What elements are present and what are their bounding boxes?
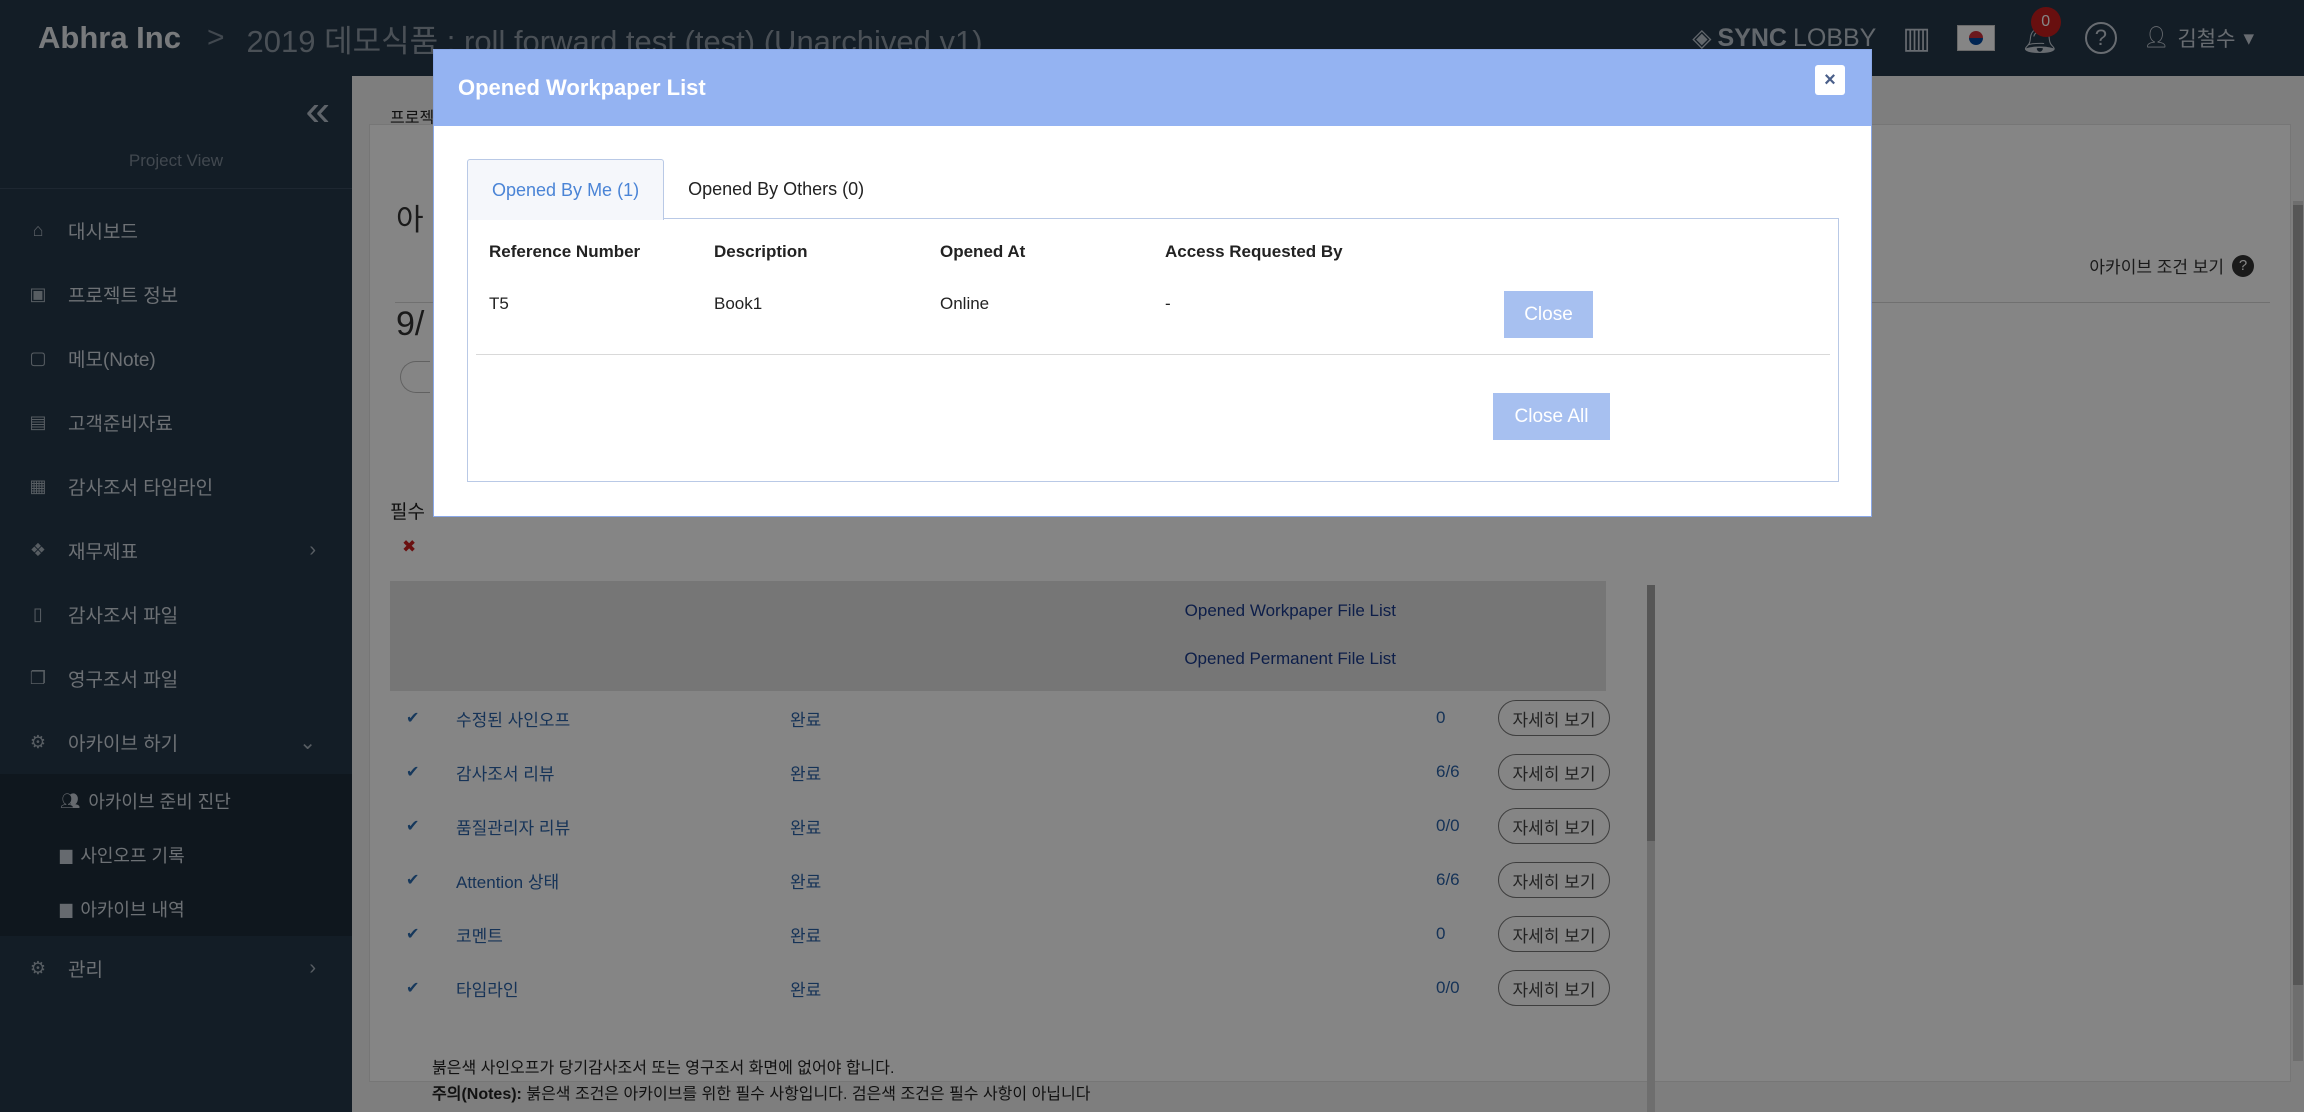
cell-opened-at: Online [940, 294, 990, 313]
cell-reference-number: T5 [489, 294, 509, 313]
opened-workpaper-list-modal: Opened Workpaper List × Opened By Me (1)… [433, 49, 1872, 517]
column-header-reference-number: Reference Number [489, 242, 641, 261]
cell-access-requested-by: - [1165, 294, 1171, 313]
column-header-access-requested-by: Access Requested By [1165, 242, 1343, 261]
column-header-opened-at: Opened At [940, 242, 1026, 261]
tab-panel: Reference Number Description Opened At A… [467, 218, 1839, 482]
tab-opened-by-me[interactable]: Opened By Me (1) [467, 159, 665, 220]
close-button[interactable]: Close [1504, 291, 1593, 338]
modal-title: Opened Workpaper List [458, 75, 706, 100]
tab-opened-by-others[interactable]: Opened By Others (0) [664, 159, 888, 219]
close-icon[interactable]: × [1815, 65, 1845, 95]
modal-tabs: Opened By Me (1) Opened By Others (0) [467, 159, 888, 220]
modal-header: Opened Workpaper List × [434, 50, 1871, 126]
close-all-button[interactable]: Close All [1493, 393, 1610, 440]
divider [476, 354, 1830, 355]
column-header-description: Description [714, 242, 808, 261]
cell-description: Book1 [714, 294, 763, 313]
